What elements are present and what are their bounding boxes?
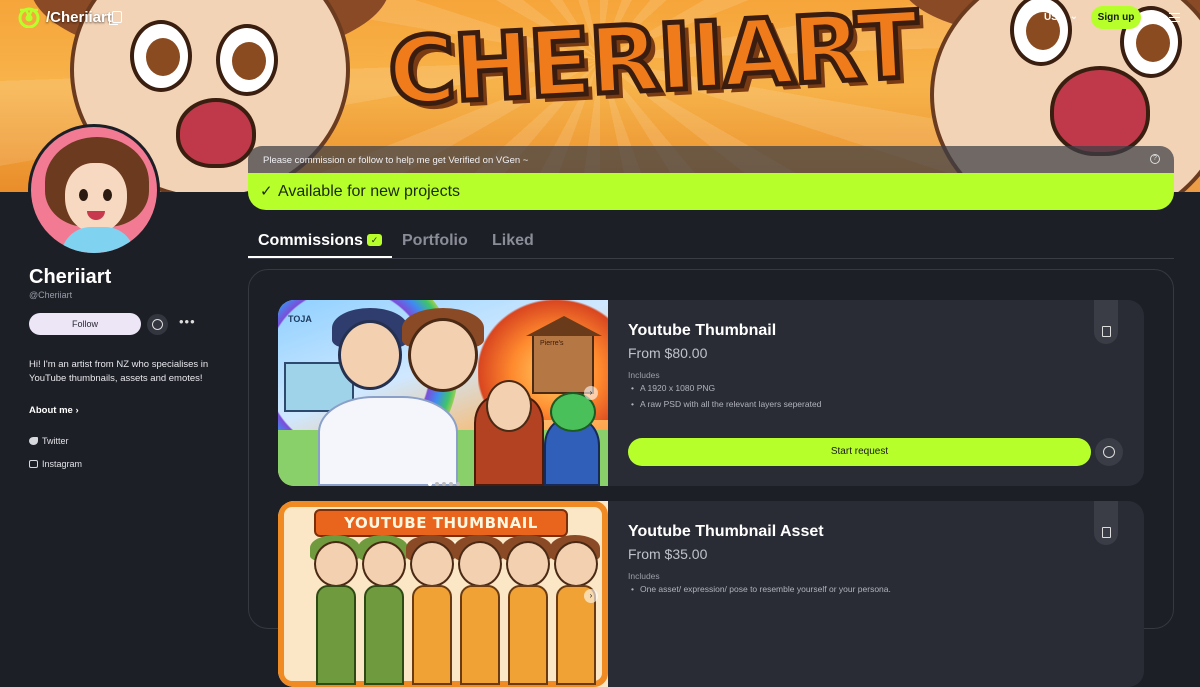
tab-commissions[interactable]: Commissions: [258, 232, 363, 250]
includes-item: A raw PSD with all the relevant layers s…: [631, 399, 821, 409]
image-sign-text: Pierre's: [540, 340, 564, 347]
signup-button[interactable]: Sign up: [1091, 6, 1141, 29]
profile-bio: Hi! I'm an artist from NZ who specialise…: [29, 359, 209, 384]
menu-icon[interactable]: [1169, 13, 1180, 22]
social-link-instagram[interactable]: Instagram: [29, 459, 82, 469]
carousel-dots[interactable]: [428, 473, 463, 486]
twitter-icon: [29, 437, 38, 445]
commission-card[interactable]: YOUTUBE THUMBNAIL ASSETS › Youtube Thumb…: [278, 501, 1144, 687]
social-label: Twitter: [42, 436, 69, 446]
commission-price: From $35.00: [628, 546, 708, 562]
profile-name: Cheriiart: [29, 266, 112, 288]
includes-item: A 1920 x 1080 PNG: [631, 383, 715, 393]
about-me-link[interactable]: About me ›: [29, 405, 79, 416]
currency-select[interactable]: USD ⌄: [1036, 8, 1084, 28]
includes-label: Includes: [628, 571, 660, 581]
social-link-twitter[interactable]: Twitter: [29, 436, 69, 446]
avatar: [28, 124, 160, 256]
top-nav: /Cheriiart USD ⌄ Sign up: [0, 0, 1200, 36]
chevron-down-icon: ⌄: [1069, 11, 1078, 22]
includes-item: One asset/ expression/ pose to resemble …: [631, 584, 891, 594]
instagram-icon: [29, 460, 38, 468]
tab-liked[interactable]: Liked: [492, 232, 534, 250]
currency-value: USD: [1044, 12, 1066, 23]
commission-card[interactable]: TOJA Pierre's › Youtube Thumbnail From $…: [278, 300, 1144, 486]
more-options-icon[interactable]: •••: [179, 314, 196, 329]
start-request-button[interactable]: Start request: [628, 438, 1091, 466]
tab-portfolio[interactable]: Portfolio: [402, 232, 468, 250]
commission-price: From $80.00: [628, 345, 708, 361]
profile-tabs: Commissions Portfolio Liked: [248, 230, 1174, 259]
carousel-next-icon[interactable]: ›: [584, 386, 598, 400]
includes-label: Includes: [628, 370, 660, 380]
vgen-logo-icon[interactable]: [17, 6, 41, 28]
commission-title: Youtube Thumbnail: [628, 322, 777, 339]
social-label: Instagram: [42, 459, 83, 469]
user-icon[interactable]: [1151, 12, 1162, 23]
bookmark-icon[interactable]: [1094, 501, 1118, 545]
copy-icon[interactable]: [109, 11, 122, 25]
image-sign-text: TOJA: [288, 314, 312, 324]
availability-text: Available for new projects: [278, 183, 461, 200]
announcement-bar: Please commission or follow to help me g…: [248, 146, 1174, 174]
commission-thumbnail-image[interactable]: TOJA Pierre's ›: [278, 300, 608, 486]
availability-status: ✓ Available for new projects: [248, 173, 1174, 210]
announcement-text: Please commission or follow to help me g…: [263, 155, 529, 166]
follow-button[interactable]: Follow: [29, 313, 141, 335]
image-banner-text: YOUTUBE THUMBNAIL ASSETS: [314, 509, 568, 556]
carousel-next-icon[interactable]: ›: [584, 589, 598, 603]
active-tab-indicator: [248, 256, 392, 258]
message-icon[interactable]: [1095, 438, 1123, 466]
help-icon[interactable]: ?: [1150, 154, 1160, 164]
profile-handle: /Cheriiart: [46, 9, 112, 26]
bookmark-icon[interactable]: [1094, 300, 1118, 344]
commission-title: Youtube Thumbnail Asset: [628, 523, 824, 540]
commission-thumbnail-image[interactable]: YOUTUBE THUMBNAIL ASSETS ›: [278, 501, 608, 687]
profile-username: @Cheriiart: [29, 290, 73, 300]
message-icon[interactable]: [147, 314, 168, 335]
checkmark-icon: ✓: [260, 183, 273, 200]
verified-check-icon: ✓: [367, 234, 382, 246]
